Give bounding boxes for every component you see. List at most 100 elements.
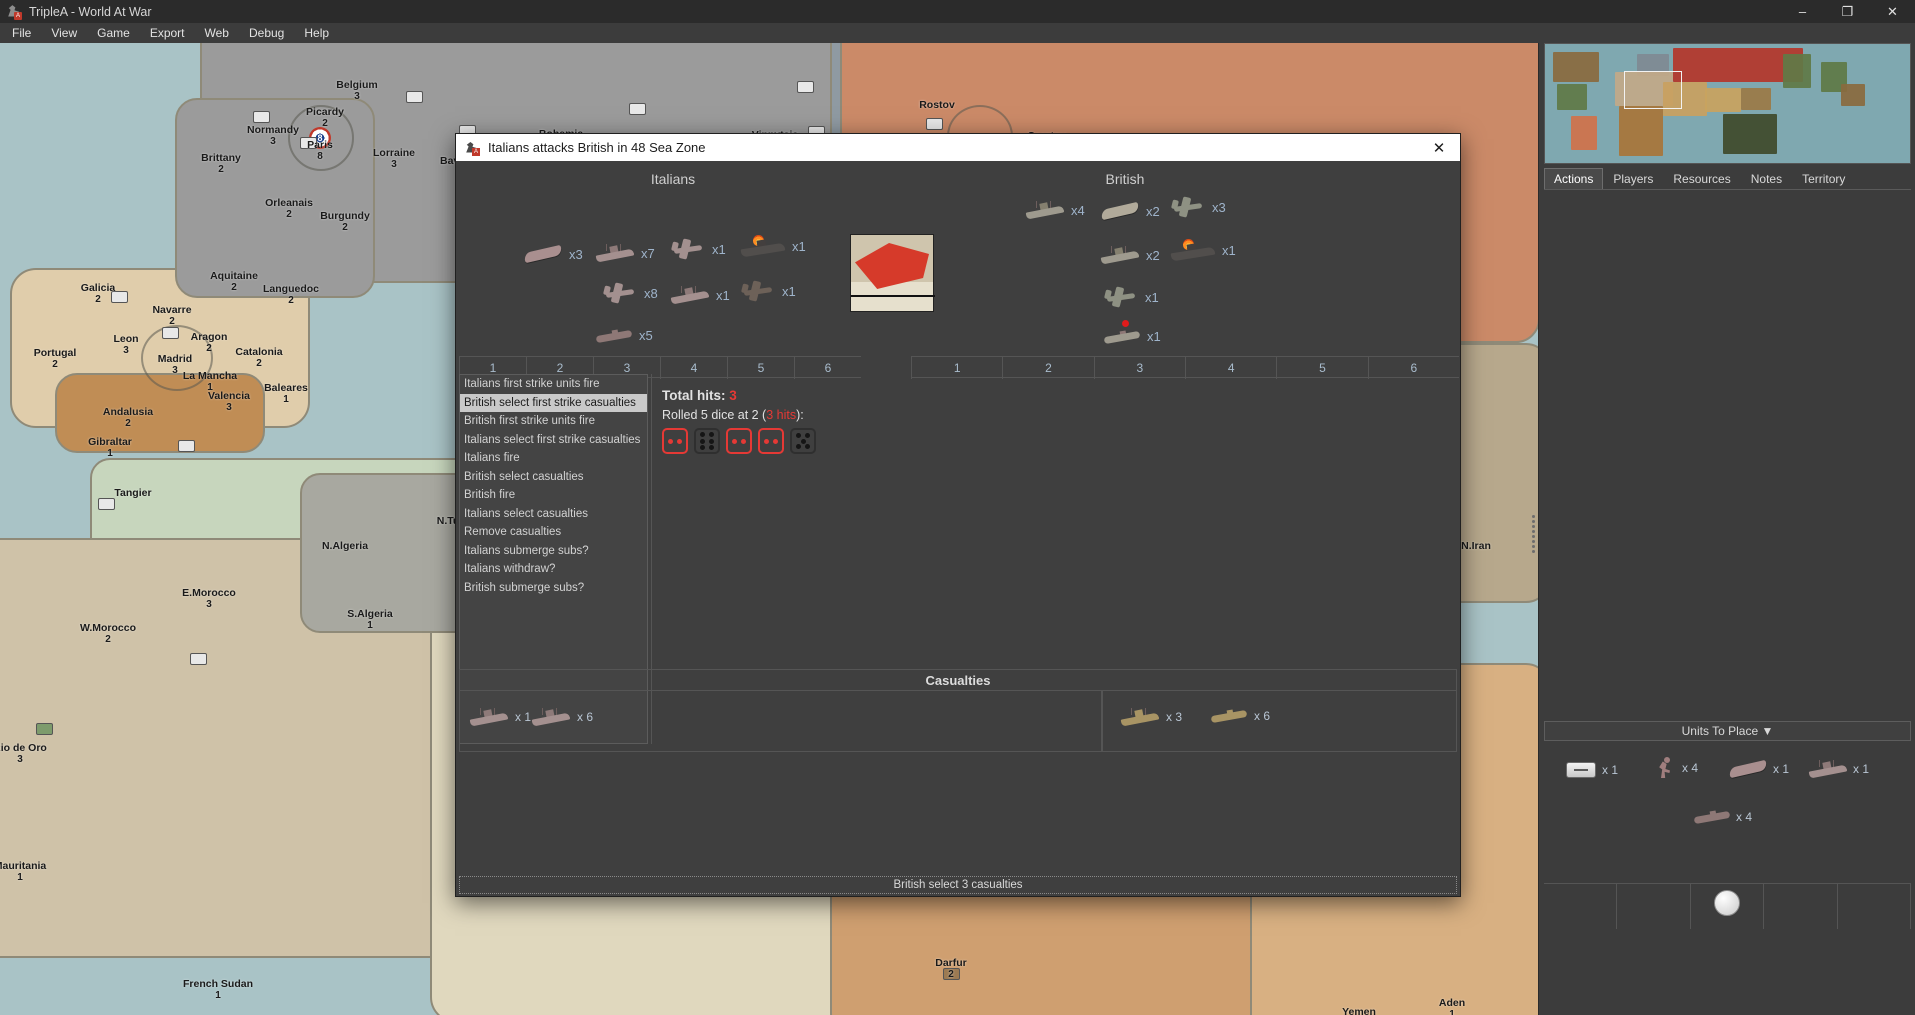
maximize-button[interactable]: ❐ (1825, 0, 1870, 23)
menu-export[interactable]: Export (140, 24, 195, 42)
map-unit-counter[interactable] (98, 498, 115, 510)
attacker-unit-destroyer[interactable]: x7 (595, 243, 655, 263)
defender-casualty-1[interactable]: x 3 (1120, 707, 1183, 727)
battleship-damaged-icon (1170, 239, 1216, 262)
battle-step-11[interactable]: British submerge subs? (460, 579, 647, 598)
battle-step-2[interactable]: British first strike units fire (460, 412, 647, 431)
minimap-region (1841, 84, 1865, 106)
map-unit-counter[interactable] (406, 91, 423, 103)
defender-unit-fighter-2[interactable]: x1 (1104, 285, 1159, 309)
map-unit-counter[interactable] (300, 137, 317, 149)
battle-step-1[interactable]: British select first strike casualties (460, 393, 647, 412)
battle-step-4[interactable]: Italians fire (460, 449, 647, 468)
map-unit-counter[interactable] (111, 291, 128, 303)
battle-step-0[interactable]: Italians first strike units fire (460, 375, 647, 394)
tab-resources[interactable]: Resources (1663, 168, 1740, 189)
dice-row (662, 428, 816, 454)
defender-unit-destroyer[interactable]: x4 (1025, 200, 1085, 220)
menu-game[interactable]: Game (87, 24, 140, 42)
menu-file[interactable]: File (2, 24, 41, 42)
purchase-cell[interactable] (1838, 884, 1912, 929)
tab-territory[interactable]: Territory (1792, 168, 1855, 189)
battle-step-9[interactable]: Italians submerge subs? (460, 542, 647, 561)
units-to-place-header[interactable]: Units To Place ▼ (1544, 721, 1911, 741)
close-icon[interactable]: ✕ (1418, 134, 1460, 161)
minimize-button[interactable]: – (1780, 0, 1825, 23)
close-button[interactable]: ✕ (1870, 0, 1915, 23)
battle-step-10[interactable]: Italians withdraw? (460, 560, 647, 579)
battle-step-8[interactable]: Remove casualties (460, 523, 647, 542)
casualty-qty: x 3 (1166, 710, 1183, 724)
unit-qty: x1 (782, 283, 796, 299)
right-sidebar: Actions Players Resources Notes Territor… (1538, 43, 1915, 1015)
attacker-unit-cruiser[interactable]: x1 (670, 285, 730, 305)
defender-casualties-box[interactable]: x 3 x 6 (1102, 690, 1457, 752)
tab-actions[interactable]: Actions (1544, 168, 1604, 189)
carrier-icon (1728, 759, 1768, 779)
battle-dialog-titlebar: A Italians attacks British in 48 Sea Zon… (456, 134, 1460, 161)
die-pip (795, 444, 801, 450)
defender-unit-battleship-damaged[interactable]: x1 (1170, 239, 1236, 262)
menu-web[interactable]: Web (195, 24, 239, 42)
map-unit-counter[interactable] (178, 440, 195, 452)
utp-item-destroyer[interactable]: x 1 (1808, 759, 1869, 779)
utp-qty: x 1 (1602, 763, 1619, 777)
total-hits-value: 3 (729, 388, 737, 403)
purchase-cell[interactable] (1691, 884, 1765, 929)
submarine-icon (1210, 709, 1248, 724)
utp-item-factory[interactable]: x 1 (1566, 760, 1618, 780)
attacker-unit-bomber[interactable]: x1 (741, 279, 796, 303)
attacker-unit-carrier[interactable]: x3 (523, 244, 583, 264)
map-unit-counter[interactable] (943, 968, 960, 980)
defender-unit-cruiser[interactable]: x2 (1100, 245, 1160, 265)
world-minimap[interactable] (1544, 43, 1911, 164)
defender-unit-fighter-1[interactable]: x3 (1171, 195, 1226, 219)
map-unit-counter[interactable] (162, 327, 179, 339)
menubar: File View Game Export Web Debug Help (0, 23, 1915, 43)
tab-notes[interactable]: Notes (1741, 168, 1792, 189)
menu-help[interactable]: Help (294, 24, 339, 42)
battle-step-3[interactable]: Italians select first strike casualties (460, 431, 647, 450)
triplea-icon: A (6, 4, 22, 20)
purchase-cell[interactable] (1617, 884, 1691, 929)
casualty-qty: x 1 (515, 710, 532, 724)
map-unit-counter[interactable] (797, 81, 814, 93)
utp-item-carrier[interactable]: x 1 (1728, 759, 1789, 779)
attacker-unit-submarine[interactable]: x5 (595, 328, 653, 343)
minimap-region (1553, 52, 1599, 82)
tab-players[interactable]: Players (1603, 168, 1663, 189)
utp-item-infantry[interactable]: x 4 (1654, 756, 1698, 780)
map-unit-counter[interactable] (190, 653, 207, 665)
utp-item-submarine[interactable]: x 4 (1693, 810, 1753, 825)
destroyer-icon (1808, 759, 1848, 779)
die-pip (699, 444, 705, 450)
cruiser-icon (1120, 707, 1160, 727)
menu-debug[interactable]: Debug (239, 24, 294, 42)
purchase-cell[interactable] (1544, 884, 1618, 929)
battle-step-7[interactable]: Italians select casualties (460, 505, 647, 524)
die-pip (800, 438, 806, 444)
defender-unit-submarine[interactable]: x1 (1103, 329, 1161, 344)
map-unit-counter[interactable] (36, 723, 53, 735)
purchase-cell[interactable] (1764, 884, 1838, 929)
map-unit-counter[interactable] (926, 118, 943, 130)
attacker-casualties-box[interactable]: x 1 x 6 (459, 690, 1102, 752)
map-unit-counter[interactable] (629, 103, 646, 115)
attacker-unit-fighter-1[interactable]: x1 (671, 237, 726, 261)
unit-qty: x1 (1147, 329, 1161, 344)
battle-step-5[interactable]: British select casualties (460, 468, 647, 487)
utp-qty: x 4 (1736, 810, 1753, 824)
attacker-casualty-2[interactable]: x 6 (531, 707, 593, 727)
battle-step-6[interactable]: British fire (460, 486, 647, 505)
attacker-casualty-1[interactable]: x 1 (469, 707, 532, 727)
attacker-unit-fighter-2[interactable]: x8 (603, 281, 658, 305)
die-1-value-2 (662, 428, 688, 454)
defender-casualty-2[interactable]: x 6 (1210, 709, 1270, 724)
minimap-viewport-rect[interactable] (1624, 71, 1682, 109)
defender-unit-carrier[interactable]: x2 (1100, 201, 1160, 221)
menu-view[interactable]: View (41, 24, 87, 42)
map-unit-counter[interactable] (253, 111, 270, 123)
die-pip (709, 444, 715, 450)
attacker-unit-battleship-damaged[interactable]: x1 (740, 235, 806, 258)
triplea-app: A TripleA - World At War – ❐ ✕ File View… (0, 0, 1915, 1015)
